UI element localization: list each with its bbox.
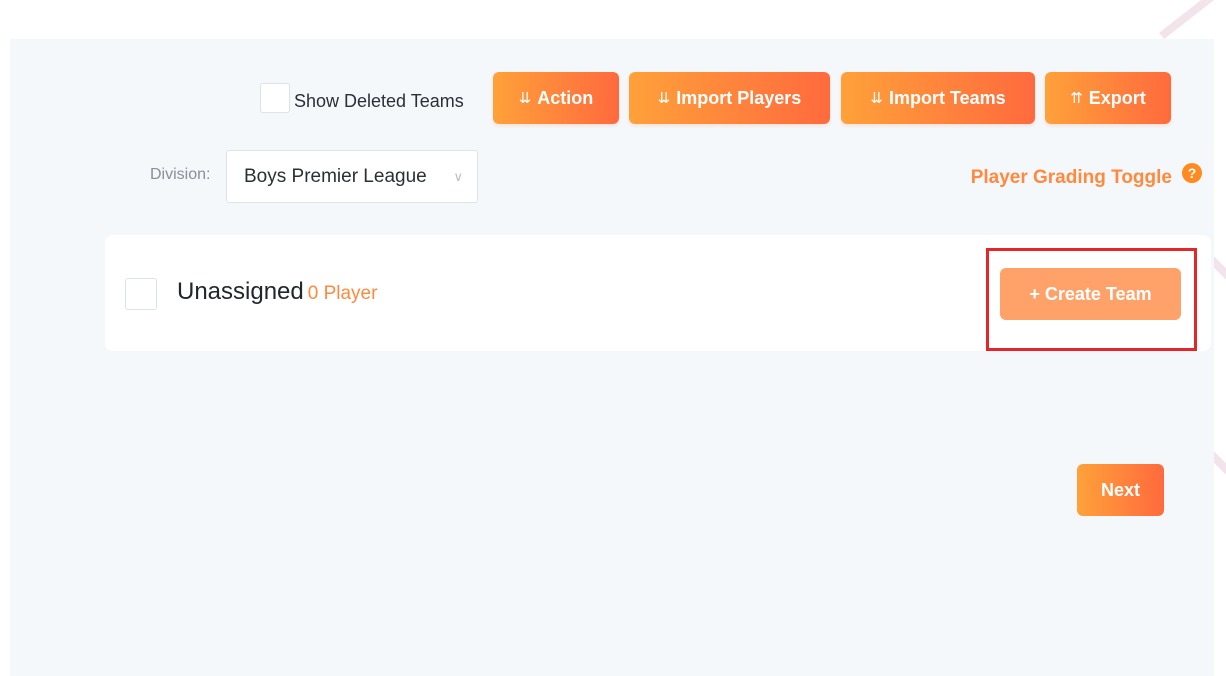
help-icon[interactable]: ? [1182, 163, 1202, 183]
export-button-label: Export [1088, 87, 1146, 108]
teams-page: Show Deleted Teams ⇊ Action ⇊ Import Pla… [10, 39, 1214, 676]
team-player-count: 0 Player [307, 283, 378, 304]
team-name-label: Unassigned [177, 278, 304, 305]
import-teams-button-label: Import Teams [888, 87, 1006, 108]
team-name: Unassigned 0 Player [177, 278, 377, 306]
division-select-value: Boys Premier League [244, 166, 427, 187]
team-select-checkbox[interactable] [125, 278, 157, 310]
show-deleted-teams-label: Show Deleted Teams [294, 91, 464, 111]
import-players-button-label: Import Players [676, 87, 802, 108]
chevrons-down-icon: ⇊ [657, 90, 671, 107]
chevrons-down-icon: ⇊ [518, 90, 532, 107]
decorative-line-top [1159, 0, 1226, 40]
action-button[interactable]: ⇊ Action [493, 72, 619, 124]
chevrons-up-icon: ⇈ [1070, 90, 1083, 107]
next-button[interactable]: Next [1077, 464, 1164, 516]
player-grading-toggle[interactable]: Player Grading Toggle [971, 167, 1172, 189]
show-deleted-teams-checkbox[interactable] [260, 83, 290, 113]
import-players-button[interactable]: ⇊ Import Players [629, 72, 830, 124]
chevron-down-icon: ∨ [453, 169, 463, 184]
chevrons-down-icon: ⇊ [870, 90, 883, 107]
division-select[interactable]: Boys Premier League ∨ [226, 150, 478, 203]
export-button[interactable]: ⇈ Export [1045, 72, 1171, 124]
create-team-button[interactable]: + Create Team [1000, 268, 1181, 320]
action-button-label: Action [537, 87, 594, 108]
division-label: Division: [150, 166, 211, 183]
import-teams-button[interactable]: ⇊ Import Teams [841, 72, 1035, 124]
